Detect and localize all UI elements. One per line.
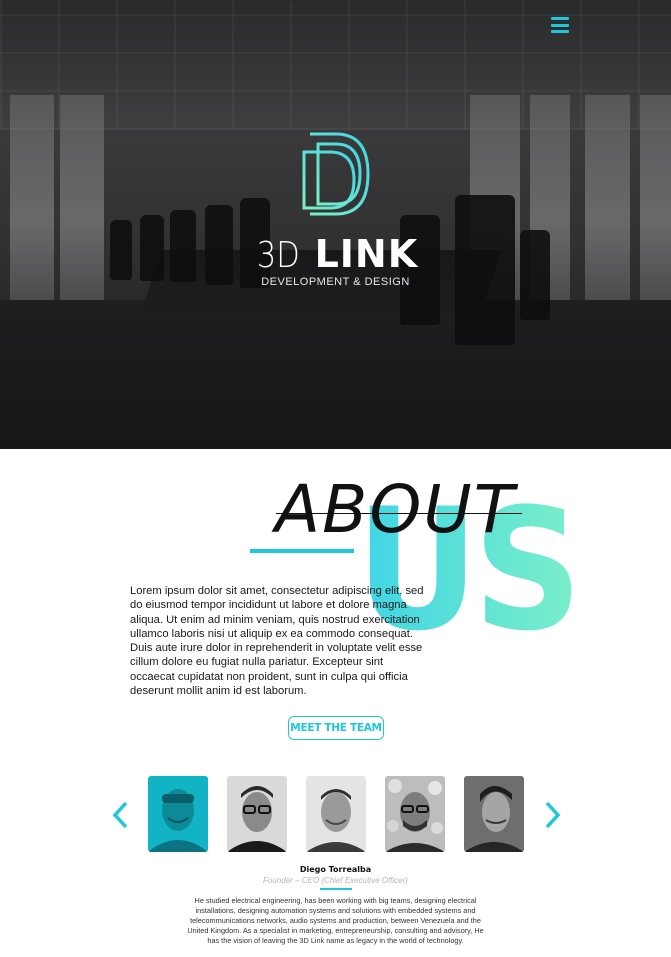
brand-bold-text: LINK: [314, 232, 419, 276]
member-divider: [320, 888, 352, 890]
team-member-photo[interactable]: [464, 776, 524, 852]
about-title-line: [276, 513, 522, 514]
member-role: Founder – CEO (Chief Executive Officer): [263, 876, 408, 885]
team-member-photo[interactable]: [385, 776, 445, 852]
meet-the-team-button[interactable]: MEET THE TEAM: [288, 716, 384, 740]
team-member-photo-selected[interactable]: [148, 776, 208, 852]
brand-wordmark: 3D LINK: [0, 232, 671, 278]
brand-light-text: 3D: [256, 235, 300, 276]
team-member-photo[interactable]: [306, 776, 366, 852]
chevron-right-icon[interactable]: [542, 800, 562, 830]
about-body-text: Lorem ipsum dolor sit amet, consectetur …: [130, 585, 424, 698]
member-name: Diego Torrealba: [299, 865, 372, 874]
team-member-photo[interactable]: [227, 776, 287, 852]
hamburger-menu-icon[interactable]: [551, 17, 569, 33]
logo-3d-icon: [302, 132, 370, 216]
hero-section: 3D LINK DEVELOPMENT & DESIGN: [0, 0, 671, 449]
chevron-left-icon[interactable]: [111, 800, 131, 830]
hero-overlay: [0, 0, 671, 449]
brand-tagline: DEVELOPMENT & DESIGN: [261, 276, 410, 288]
member-bio: He studied electrical engineering, has b…: [187, 896, 484, 946]
about-title: ABOUT: [275, 471, 516, 548]
about-accent-underline: [250, 549, 354, 553]
